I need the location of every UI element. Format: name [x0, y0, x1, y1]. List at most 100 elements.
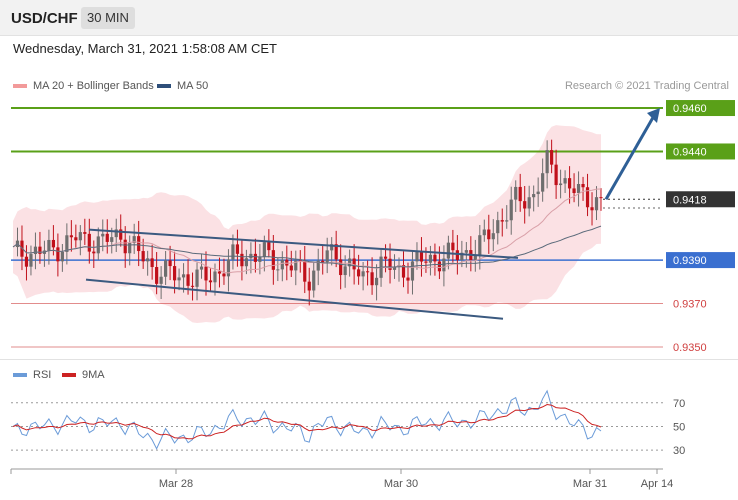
candle-body — [51, 239, 55, 248]
candle-body — [599, 197, 603, 199]
candle-body — [267, 242, 271, 251]
candle-body — [500, 220, 504, 222]
candle-body — [186, 274, 190, 286]
candle-body — [325, 250, 329, 263]
candle-body — [195, 269, 199, 287]
candle-body — [168, 260, 172, 267]
forecast-arrow-head — [647, 108, 660, 124]
candle-body — [83, 232, 87, 234]
candle-body — [137, 236, 141, 252]
candle-body — [321, 260, 325, 263]
candle-body — [222, 273, 226, 277]
candle-body — [141, 251, 145, 262]
candle-body — [164, 260, 168, 277]
candle-body — [29, 254, 33, 267]
price-level-label-0: 0.9460 — [673, 103, 707, 115]
candle-body — [96, 236, 100, 254]
rsi-line — [12, 389, 602, 450]
x-axis-tick-label: Mar 28 — [159, 478, 193, 490]
candle-body — [177, 277, 181, 281]
candle-body — [235, 244, 240, 254]
rsi-tick-label: 50 — [673, 421, 685, 433]
candle-body — [289, 265, 293, 271]
candle-body — [433, 254, 437, 262]
candle-body — [559, 183, 563, 186]
candle-body — [505, 220, 509, 222]
candle-body — [437, 261, 442, 272]
candle-body — [74, 237, 78, 241]
candle-body — [554, 164, 558, 186]
rsi-tick-label: 70 — [673, 398, 685, 410]
candle-body — [78, 232, 82, 241]
candle-body — [523, 201, 527, 209]
candle-body — [464, 250, 468, 253]
candle-body — [155, 267, 159, 284]
candle-body — [518, 186, 522, 202]
candle-body — [190, 285, 195, 287]
rsi-ma-line — [12, 403, 602, 440]
candle-body — [550, 150, 554, 165]
candle-body — [159, 276, 163, 284]
candle-body — [146, 258, 150, 262]
candle-body — [361, 271, 365, 277]
forecast-arrow-shaft — [604, 113, 657, 201]
candle-body — [563, 178, 567, 184]
candle-body — [594, 197, 599, 211]
price-level-label-5: 0.9350 — [673, 342, 707, 354]
candle-body — [487, 229, 491, 240]
candle-body — [532, 194, 536, 198]
candle-body — [276, 269, 280, 271]
candle-body — [199, 266, 204, 270]
candle-body — [56, 247, 60, 262]
candle-body — [231, 244, 235, 260]
candle-body — [581, 183, 585, 188]
candle-body — [172, 266, 177, 281]
candle-body — [226, 259, 231, 277]
price-level-label-3: 0.9390 — [673, 255, 707, 267]
candle-body — [590, 207, 594, 211]
candle-body — [478, 235, 482, 255]
candle-body — [213, 271, 217, 283]
candle-body — [24, 256, 29, 267]
candle-body — [410, 261, 415, 281]
candle-body — [419, 251, 424, 262]
candle-body — [303, 260, 307, 282]
candle-body — [370, 272, 374, 286]
candle-body — [482, 229, 486, 236]
candle-body — [536, 191, 540, 195]
candle-body — [47, 239, 51, 251]
candle-body — [572, 188, 576, 194]
x-axis-tick-label: Apr 14 — [641, 478, 673, 490]
candle-body — [181, 274, 186, 278]
candle-body — [253, 253, 257, 262]
candle-body — [101, 233, 105, 237]
candle-body — [509, 199, 513, 221]
candle-body — [514, 186, 518, 200]
candle-body — [123, 239, 127, 254]
candle-body — [567, 178, 572, 189]
candle-body — [383, 256, 388, 259]
candle-body — [343, 266, 347, 276]
candle-body — [442, 258, 446, 272]
candle-body — [357, 269, 361, 277]
candle-body — [491, 233, 495, 240]
candle-body — [365, 271, 370, 273]
candle-body — [352, 258, 356, 270]
candle-body — [92, 251, 96, 254]
candle-body — [446, 242, 450, 259]
candle-body — [258, 256, 262, 262]
candle-body — [105, 233, 109, 242]
candle-body — [455, 250, 459, 261]
x-axis-tick-label: Mar 31 — [573, 478, 607, 490]
candle-body — [415, 251, 419, 262]
candle-body — [451, 242, 455, 251]
candle-body — [424, 261, 428, 263]
candle-body — [33, 246, 38, 255]
candle-body — [406, 277, 410, 281]
candle-body — [541, 173, 545, 192]
candle-body — [307, 281, 311, 291]
candle-body — [527, 197, 531, 209]
candle-body — [240, 253, 244, 267]
candle-body — [208, 280, 213, 283]
candle-body — [262, 242, 266, 257]
